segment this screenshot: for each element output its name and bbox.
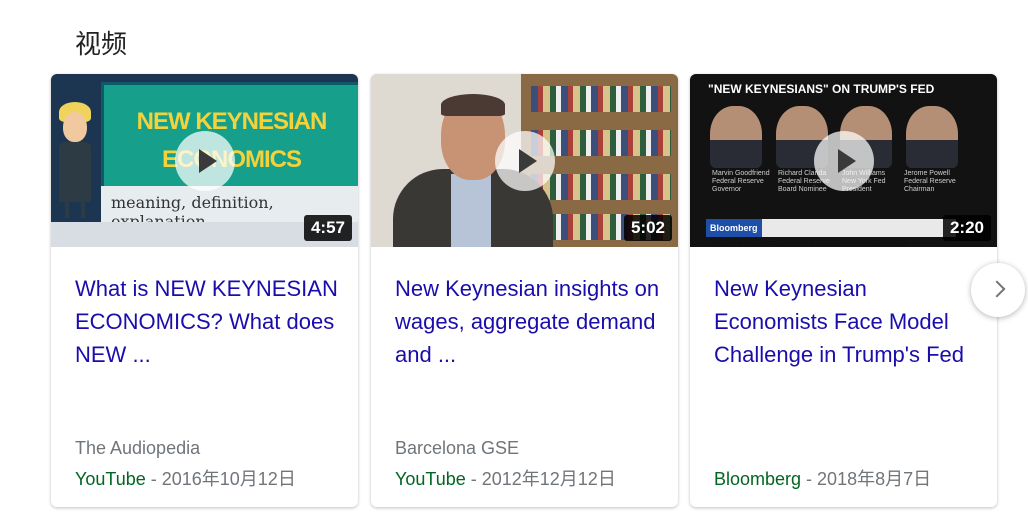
video-meta: Bloomberg - 2018年8月7日	[714, 465, 931, 491]
board-text-line1: NEW KEYNESIAN	[136, 108, 328, 135]
portrait	[710, 106, 762, 168]
ticker-text: CHALLENGES TO THE NEW KEYNESIAN	[710, 240, 906, 247]
video-thumbnail[interactable]: NEW KEYNESIAN ECONOMICS meaning, definit…	[51, 74, 358, 247]
duration-badge: 5:02	[623, 215, 672, 241]
carousel-next-button[interactable]	[971, 263, 1025, 317]
video-date: 2012年12月12日	[481, 469, 616, 489]
video-thumbnail[interactable]: "NEW KEYNESIANS" ON TRUMP'S FED Marvin G…	[690, 74, 997, 247]
section-title: 视频	[75, 30, 128, 60]
duration-badge: 4:57	[303, 215, 352, 241]
bloomberg-logo: Bloomberg	[706, 219, 762, 237]
meta-separator: -	[145, 469, 162, 489]
news-ticker: Bloomberg CHALLENGES TO THE NEW KEYNESIAN	[706, 219, 956, 247]
meta-separator: -	[465, 469, 482, 489]
video-source: Barcelona GSE	[395, 438, 520, 458]
cartoon-person-body	[59, 142, 91, 202]
cartoon-person-legs	[65, 200, 85, 218]
video-source: The Audiopedia	[75, 438, 201, 458]
video-card-3[interactable]: "NEW KEYNESIANS" ON TRUMP'S FED Marvin G…	[690, 74, 997, 507]
video-date: 2018年8月7日	[817, 469, 932, 489]
portrait	[906, 106, 958, 168]
play-icon[interactable]	[494, 130, 555, 191]
video-title-link[interactable]: New Keynesian insights on wages, aggrega…	[395, 272, 665, 371]
video-title-link[interactable]: New Keynesian Economists Face Model Chal…	[714, 272, 984, 371]
play-icon[interactable]	[813, 130, 874, 191]
video-card-2[interactable]: 5:02 New Keynesian insights on wages, ag…	[371, 74, 678, 507]
meta-separator: -	[801, 469, 818, 489]
video-date: 2016年10月12日	[161, 469, 296, 489]
video-platform: YouTube	[395, 469, 466, 489]
video-title-link[interactable]: What is NEW KEYNESIAN ECONOMICS? What do…	[75, 272, 345, 371]
video-meta: YouTube - 2012年12月12日	[395, 465, 616, 491]
thumbnail-headline: "NEW KEYNESIANS" ON TRUMP'S FED	[708, 82, 935, 96]
video-platform: YouTube	[75, 469, 146, 489]
video-platform: Bloomberg	[714, 469, 802, 489]
play-icon[interactable]	[174, 130, 235, 191]
portrait-caption: Jerome Powell Federal Reserve Chairman	[904, 170, 956, 193]
chevron-right-icon	[988, 280, 1006, 298]
video-meta: YouTube - 2016年10月12日	[75, 465, 296, 491]
video-card-1[interactable]: NEW KEYNESIAN ECONOMICS meaning, definit…	[51, 74, 358, 507]
portrait-caption: Marvin Goodfriend Federal Reserve Govern…	[712, 170, 770, 193]
duration-badge: 2:20	[942, 215, 991, 241]
video-carousel: NEW KEYNESIAN ECONOMICS meaning, definit…	[51, 74, 1028, 508]
video-thumbnail[interactable]: 5:02	[371, 74, 678, 247]
cartoon-person-head	[63, 112, 87, 142]
